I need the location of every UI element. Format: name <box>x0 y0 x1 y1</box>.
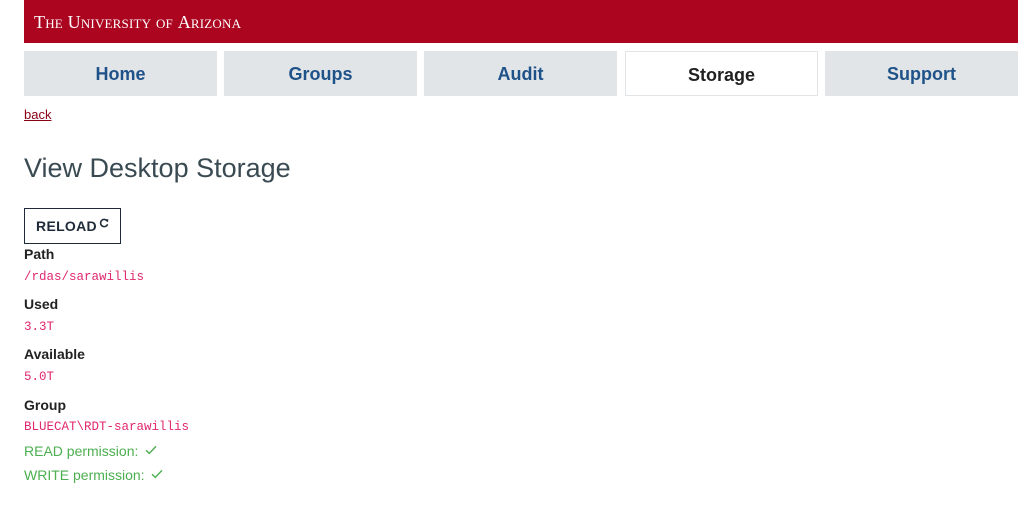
wordmark-university: University <box>67 12 152 32</box>
refresh-icon <box>99 218 109 228</box>
reload-button[interactable]: RELOAD <box>24 208 121 244</box>
university-wordmark[interactable]: The University of Arizona <box>34 12 241 33</box>
tab-home[interactable]: Home <box>24 51 217 96</box>
checkmark-icon <box>151 469 163 479</box>
read-permission-label: READ permission: <box>24 443 139 459</box>
tab-groups[interactable]: Groups <box>224 51 417 96</box>
available-value: 5.0T <box>24 370 55 384</box>
main-nav: Home Groups Audit Storage Support <box>24 51 1018 96</box>
page-title: View Desktop Storage <box>24 153 291 183</box>
used-label: Used <box>24 296 59 312</box>
university-header-bar: The University of Arizona <box>24 0 1018 43</box>
back-link[interactable]: back <box>24 107 51 122</box>
checkmark-icon <box>145 445 157 455</box>
wordmark-of: of <box>155 12 173 32</box>
path-value: /rdas/sarawillis <box>24 270 145 284</box>
group-value: BLUECAT\RDT-sarawillis <box>24 420 190 434</box>
reload-button-label: RELOAD <box>36 218 97 234</box>
available-label: Available <box>24 346 85 362</box>
tab-support[interactable]: Support <box>825 51 1018 96</box>
write-permission-status: WRITE permission: <box>24 467 163 483</box>
wordmark-arizona: Arizona <box>177 12 242 32</box>
tab-storage[interactable]: Storage <box>625 51 818 96</box>
tab-audit[interactable]: Audit <box>424 51 617 96</box>
wordmark-the: The <box>34 12 63 32</box>
group-label: Group <box>24 397 66 413</box>
read-permission-status: READ permission: <box>24 443 157 459</box>
used-value: 3.3T <box>24 320 55 334</box>
write-permission-label: WRITE permission: <box>24 467 145 483</box>
path-label: Path <box>24 246 55 262</box>
